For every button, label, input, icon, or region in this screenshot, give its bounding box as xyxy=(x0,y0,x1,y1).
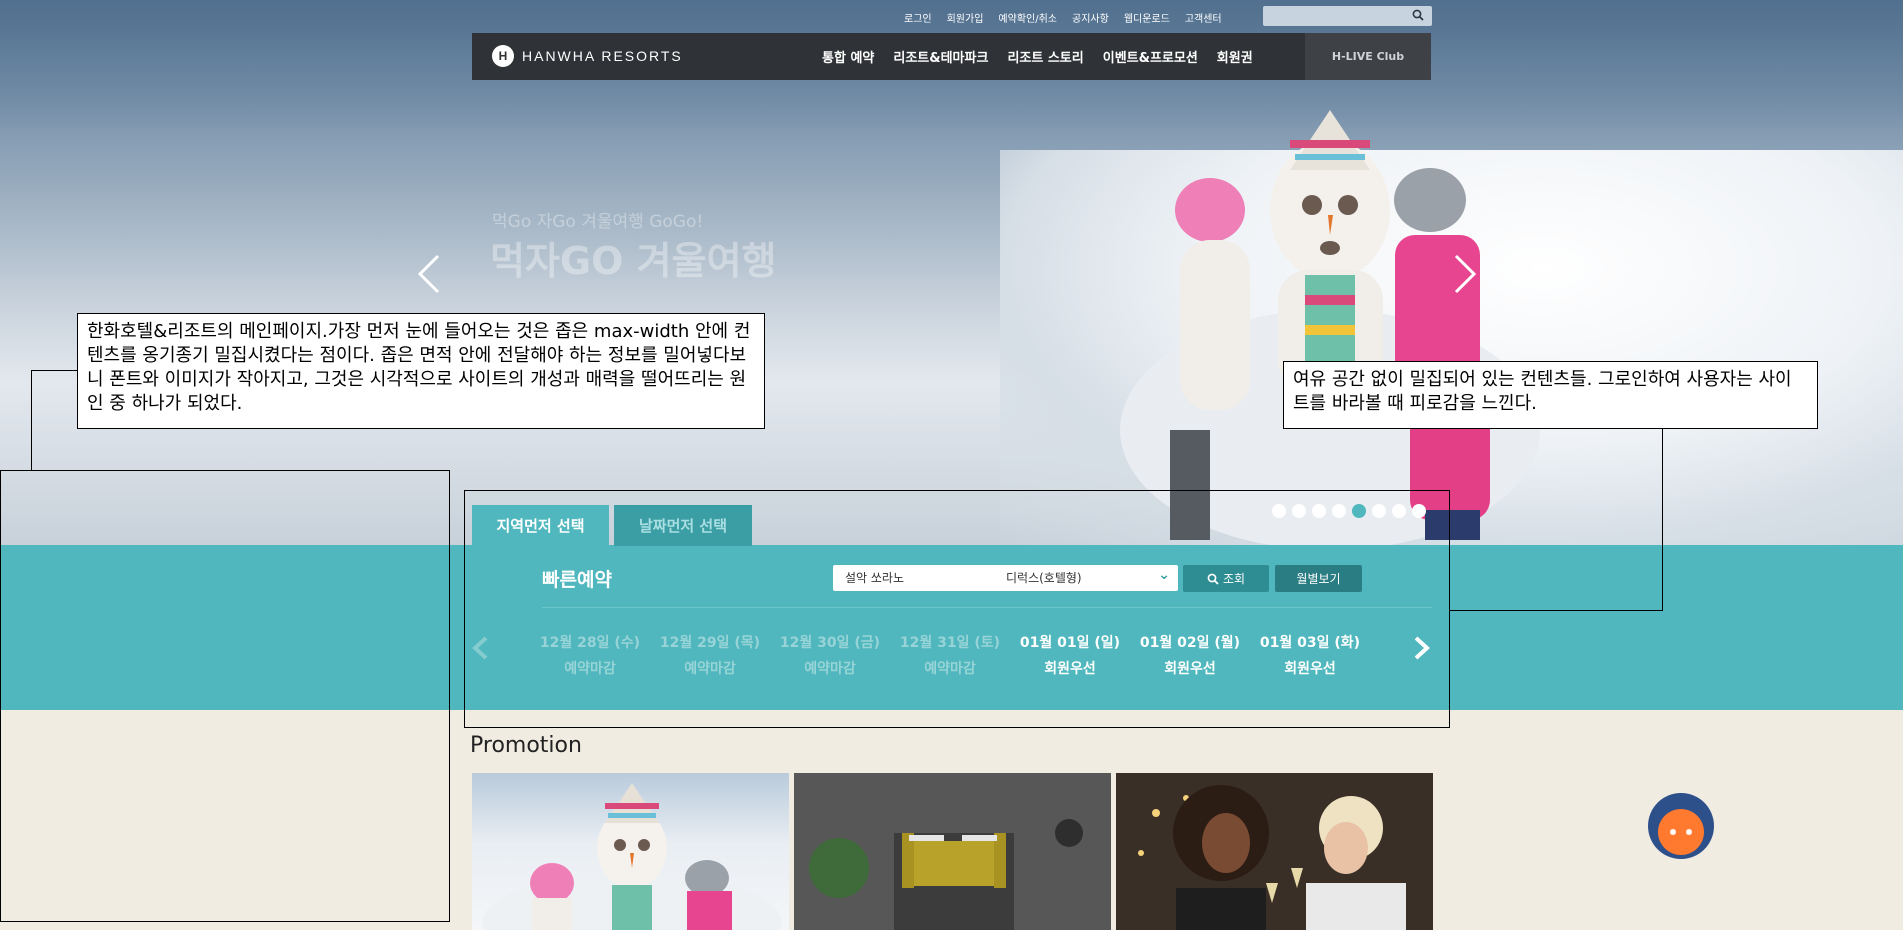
promotion-card[interactable] xyxy=(1116,773,1433,930)
util-notice-link[interactable]: 공지사항 xyxy=(1072,10,1109,25)
chevron-right-icon xyxy=(1454,254,1477,294)
hero-title: 먹자GO 겨울여행 xyxy=(490,239,777,283)
annotation-note-right: 여유 공간 없이 밀집되어 있는 컨텐츠들. 그로인하여 사용자는 사이트를 바… xyxy=(1283,361,1818,429)
brand-logo[interactable]: H HANWHA RESORTS xyxy=(492,45,683,67)
util-reservation-check-link[interactable]: 예약확인/취소 xyxy=(998,10,1057,25)
promotion-title: Promotion xyxy=(470,733,582,758)
utility-links: 로그인 회원가입 예약확인/취소 공지사항 웹디운로드 고객센터 xyxy=(904,10,1237,25)
util-webdownload-link[interactable]: 웹디운로드 xyxy=(1124,10,1170,25)
annotation-highlight-booking xyxy=(464,490,1450,728)
annotation-highlight-right xyxy=(1450,428,1663,611)
chevron-left-icon xyxy=(417,254,440,294)
main-navigation: H HANWHA RESORTS 통합 예약 리조트&테마파크 리조트 스토리 … xyxy=(472,33,1431,80)
menu-item-events-promotions[interactable]: 이벤트&프로모션 xyxy=(1103,47,1198,66)
util-signup-link[interactable]: 회원가입 xyxy=(947,10,984,25)
util-login-link[interactable]: 로그인 xyxy=(904,10,932,25)
brand-name: HANWHA RESORTS xyxy=(522,48,683,64)
chatbot-eye xyxy=(1686,829,1692,835)
promotion-image-party xyxy=(1116,773,1433,930)
menu-item-resort-themepark[interactable]: 리조트&테마파크 xyxy=(893,47,988,66)
search-input[interactable] xyxy=(1263,6,1432,26)
util-customer-center-link[interactable]: 고객센터 xyxy=(1185,10,1222,25)
menu-item-membership[interactable]: 회원권 xyxy=(1217,47,1253,66)
brand-mark-icon: H xyxy=(492,45,514,67)
promotion-image-room xyxy=(794,773,1111,930)
chatbot-icon xyxy=(1658,809,1704,855)
search-icon[interactable] xyxy=(1412,9,1424,24)
main-menu: 통합 예약 리조트&테마파크 리조트 스토리 이벤트&프로모션 회원권 xyxy=(822,33,1272,80)
annotation-highlight-left xyxy=(0,470,450,922)
menu-item-integrated-reservation[interactable]: 통합 예약 xyxy=(822,47,874,66)
chatbot-button[interactable] xyxy=(1648,793,1714,859)
chatbot-eye xyxy=(1670,829,1676,835)
annotation-connector xyxy=(31,370,78,371)
hero-next-arrow[interactable] xyxy=(1452,252,1478,304)
promotion-card[interactable] xyxy=(794,773,1111,930)
hero-subtitle: 먹Go 자Go 겨울여행 GoGo! xyxy=(492,212,704,232)
menu-item-resort-story[interactable]: 리조트 스토리 xyxy=(1007,47,1083,66)
promotion-image-snowman xyxy=(482,783,782,930)
hlive-club-link[interactable]: H-LIVE Club xyxy=(1305,33,1431,80)
hero-prev-arrow[interactable] xyxy=(416,252,442,304)
annotation-note-left: 한화호텔&리조트의 메인페이지.가장 먼저 눈에 들어오는 것은 좁은 max-… xyxy=(77,313,765,429)
promotion-card[interactable] xyxy=(472,773,789,930)
annotation-connector xyxy=(31,370,32,470)
